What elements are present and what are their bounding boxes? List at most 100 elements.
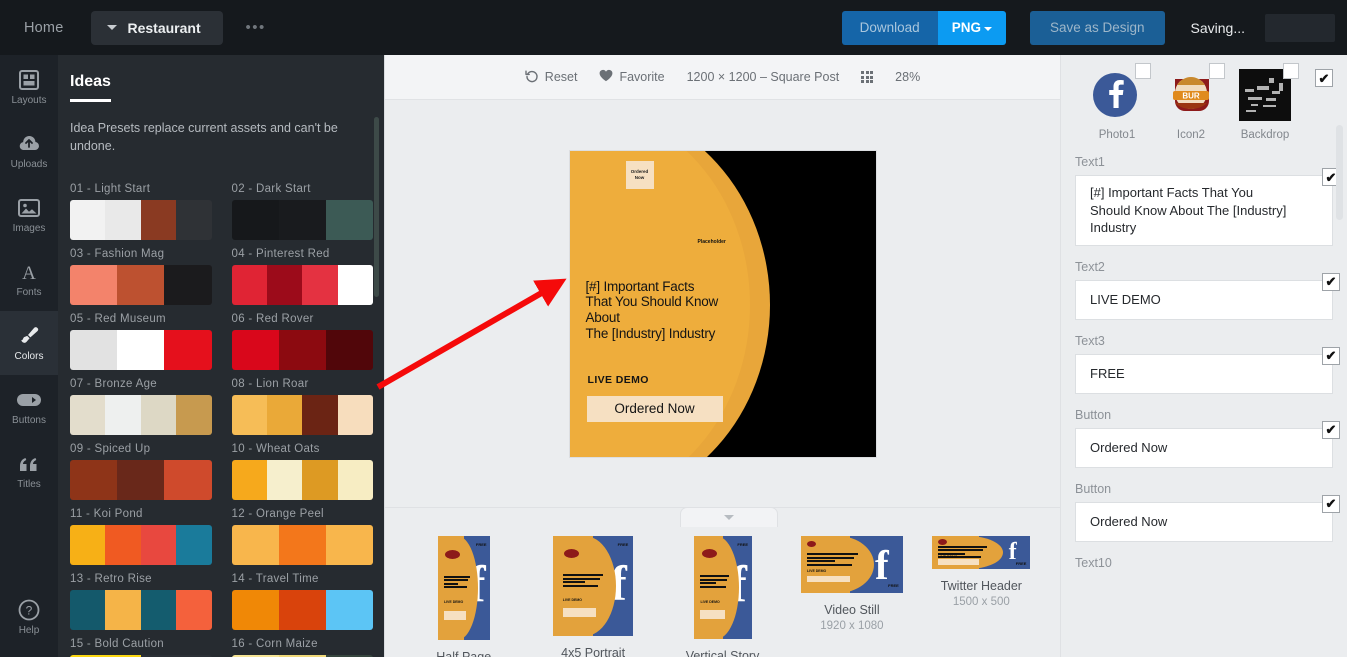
field-enable-checkbox[interactable]: ✔ (1322, 420, 1340, 439)
palette-item[interactable]: 10 - Wheat Oats (231, 443, 373, 500)
field-group: Text3 FREE ✔ (1061, 334, 1347, 394)
download-button[interactable]: Download (841, 10, 938, 45)
text-input[interactable]: FREE ✔ (1075, 346, 1340, 394)
check-icon: ✔ (1325, 348, 1337, 364)
field-group: Button Ordered Now ✔ (1061, 482, 1347, 542)
grid-toggle-button[interactable] (861, 71, 874, 83)
sidebar-item-images[interactable]: Images (0, 183, 58, 247)
color-swatch (302, 460, 338, 500)
palette-item[interactable]: 01 - Light Start (70, 183, 212, 240)
palette-swatches (70, 265, 212, 305)
sidebar-item-help[interactable]: ? Help (0, 585, 58, 649)
palette-name: 02 - Dark Start (231, 183, 311, 195)
asset-icon2[interactable]: BUR Icon2 (1163, 63, 1225, 141)
color-swatch (70, 590, 106, 630)
asset-photo1[interactable]: Photo1 (1089, 63, 1151, 141)
help-icon: ? (17, 598, 41, 622)
svg-text:BUR: BUR (1182, 92, 1200, 101)
sidebar-item-layouts[interactable]: Layouts (0, 55, 58, 119)
sidebar-item-uploads[interactable]: Uploads (0, 119, 58, 183)
asset-checkbox[interactable] (1209, 63, 1225, 79)
sidebar-item-titles[interactable]: Titles (0, 439, 58, 503)
collapse-panel-handle[interactable] (680, 507, 778, 527)
home-link[interactable]: Home (14, 14, 73, 42)
save-as-design-button[interactable]: Save as Design (1029, 10, 1165, 45)
avatar[interactable] (1265, 13, 1335, 42)
field-label: Text2 (1075, 259, 1105, 274)
check-icon: ✔ (1325, 169, 1337, 185)
format-select-button[interactable]: PNG (937, 10, 1006, 45)
palette-item[interactable]: 04 - Pinterest Red (231, 248, 373, 305)
field-value: [#] Important Facts That You Should Know… (1090, 185, 1287, 236)
field-enable-checkbox[interactable]: ✔ (1322, 272, 1340, 291)
palette-name: 14 - Travel Time (231, 573, 319, 585)
palette-item[interactable]: 11 - Koi Pond (70, 508, 212, 565)
favorite-button[interactable]: Favorite (599, 69, 665, 85)
format-preview-item[interactable]: f LIVE DEMO FREE Twitter Header 1500 x 500 (917, 536, 1046, 608)
color-swatch (140, 200, 177, 240)
sidebar-item-buttons[interactable]: Buttons (0, 375, 58, 439)
color-swatch (337, 265, 373, 305)
palette-swatches (70, 590, 212, 630)
field-enable-checkbox[interactable]: ✔ (1322, 494, 1340, 513)
asset-label: Icon2 (1176, 129, 1206, 141)
palette-item[interactable]: 14 - Travel Time (231, 573, 373, 630)
text-input[interactable]: Ordered Now ✔ (1075, 420, 1340, 468)
text-input[interactable]: [#] Important Facts That You Should Know… (1075, 168, 1340, 246)
uploads-icon (17, 132, 41, 156)
field-group: Text1 [#] Important Facts That You Should… (1061, 155, 1347, 246)
palette-item[interactable]: 02 - Dark Start (231, 183, 373, 240)
color-swatch (140, 590, 177, 630)
project-selector[interactable]: Restaurant (91, 10, 224, 45)
assets-master-checkbox[interactable]: ✔ (1315, 69, 1333, 87)
palette-item[interactable]: 06 - Red Rover (231, 313, 373, 370)
design-stage: Ordered Now Placeholder [#] Important Fa… (385, 101, 1060, 506)
reset-button[interactable]: Reset (525, 69, 577, 86)
palette-name: 13 - Retro Rise (70, 573, 152, 585)
color-swatch (231, 525, 279, 565)
asset-checkbox[interactable] (1135, 63, 1151, 79)
color-swatch (164, 265, 212, 305)
palette-item[interactable]: 05 - Red Museum (70, 313, 212, 370)
canvas-area: Reset Favorite 1200 × 1200 – Square Post… (385, 55, 1060, 657)
canvas-size-label: 1200 × 1200 – Square Post (686, 70, 840, 84)
properties-scrollbar[interactable] (1336, 125, 1343, 220)
sidebar-item-colors[interactable]: Colors (0, 311, 58, 375)
field-enable-checkbox[interactable]: ✔ (1322, 346, 1340, 365)
color-swatch (105, 590, 141, 630)
palette-item[interactable]: 13 - Retro Rise (70, 573, 212, 630)
check-icon: ✔ (1318, 70, 1330, 86)
palette-item[interactable]: 08 - Lion Roar (231, 378, 373, 435)
palette-item[interactable]: 15 - Bold Caution (70, 638, 212, 657)
format-preview-item[interactable]: fLIVE DEMOFREEVertical Story1080 x 1920 (658, 536, 787, 657)
text-input[interactable]: Ordered Now ✔ (1075, 494, 1340, 542)
palette-item[interactable]: 03 - Fashion Mag (70, 248, 212, 305)
layouts-icon (17, 68, 41, 92)
sidebar-item-fonts[interactable]: A Fonts (0, 247, 58, 311)
format-list: fLIVE DEMOFREEHalf Page300 x 600fLIVE DE… (385, 536, 1060, 657)
color-swatch (117, 460, 165, 500)
field-label: Text3 (1075, 333, 1105, 348)
palette-grid: 01 - Light Start 02 - Dark Start 03 - Fash… (58, 183, 385, 657)
format-preview-item[interactable]: fLIVE DEMOFREEHalf Page300 x 600 (399, 536, 528, 657)
palette-item[interactable]: 09 - Spiced Up (70, 443, 212, 500)
format-preview-item[interactable]: fLIVE DEMOFREE4x5 Portrait1080 x 1350 (528, 536, 657, 657)
design-headline-line: [#] Important Facts (585, 278, 695, 294)
ideas-scrollbar[interactable] (374, 117, 379, 297)
field-value: LIVE DEMO (1090, 291, 1161, 307)
sidebar-item-label: Titles (17, 479, 41, 490)
more-options-button[interactable]: ••• (239, 15, 271, 40)
heart-icon (599, 69, 613, 85)
asset-checkbox[interactable] (1283, 63, 1299, 79)
palette-name: 05 - Red Museum (70, 313, 166, 325)
palette-item[interactable]: 16 - Corn Maize (231, 638, 373, 657)
asset-backdrop[interactable]: Backdrop (1237, 63, 1299, 141)
palette-item[interactable]: 07 - Bronze Age (70, 378, 212, 435)
design-canvas[interactable]: Ordered Now Placeholder [#] Important Fa… (569, 150, 876, 457)
palette-swatches (231, 525, 373, 565)
design-cta-button[interactable]: Ordered Now (586, 395, 723, 422)
palette-item[interactable]: 12 - Orange Peel (231, 508, 373, 565)
format-preview-item[interactable]: f LIVE DEMO FREE Video Still 1920 x 1080 (787, 536, 916, 632)
text-input[interactable]: LIVE DEMO ✔ (1075, 272, 1340, 320)
check-icon: ✔ (1325, 422, 1337, 438)
